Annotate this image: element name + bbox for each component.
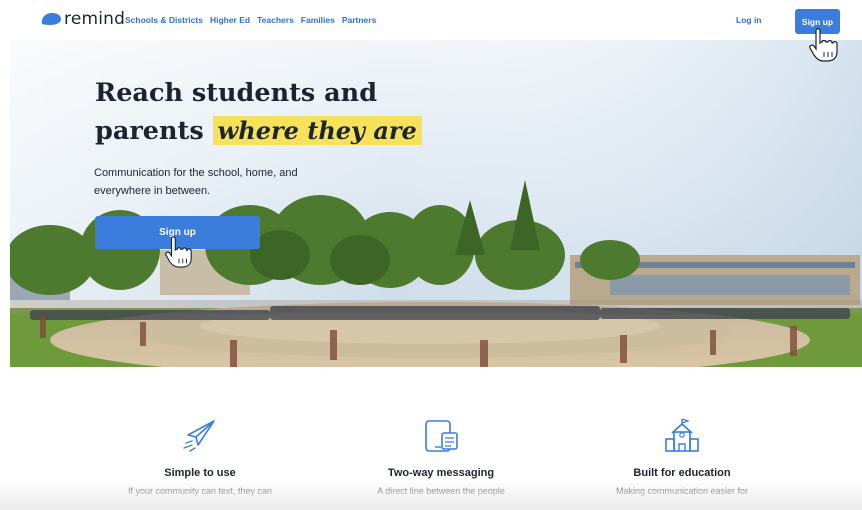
nav-families[interactable]: Families: [301, 15, 335, 25]
feature-description: If your community can text, they can: [127, 486, 273, 496]
nav-schools-districts[interactable]: Schools & Districts: [125, 15, 203, 25]
hero-subtitle: Communication for the school, home, and …: [94, 167, 298, 197]
feature-two-way-messaging: Two-way messaging A direct line between …: [321, 415, 561, 498]
features-section: Simple to use If your community can text…: [0, 415, 862, 510]
headline-line-2: parents where they are: [95, 112, 422, 150]
remind-logo-icon: [41, 13, 61, 25]
hero-section: Reach students and parents where they ar…: [10, 40, 862, 367]
feature-description: A direct line between the people: [377, 486, 505, 496]
headline-prefix: parents: [95, 116, 204, 146]
hand-pointer-cursor-icon: [165, 236, 192, 268]
feature-title: Two-way messaging: [387, 467, 495, 479]
login-link[interactable]: Log in: [736, 15, 762, 25]
feature-title: Simple to use: [164, 467, 236, 479]
feature-built-for-education: Built for education Making communication…: [562, 415, 802, 498]
nav-higher-ed[interactable]: Higher Ed: [210, 15, 250, 25]
tablet-chat-icon: [425, 420, 458, 452]
main-nav: Schools & Districts Higher Ed Teachers F…: [125, 15, 376, 25]
remind-logo[interactable]: remind: [40, 9, 126, 29]
hero-headline: Reach students and parents where they ar…: [95, 75, 422, 150]
hand-pointer-cursor-icon: [809, 28, 838, 62]
feature-description: Making communication easier for: [615, 486, 749, 496]
headline-highlight: where they are: [212, 116, 422, 145]
logo-text: remind: [64, 9, 126, 29]
nav-teachers[interactable]: Teachers: [257, 15, 294, 25]
headline-line-1: Reach students and: [95, 78, 378, 108]
school-building-icon: [665, 418, 699, 452]
feature-simple-to-use: Simple to use If your community can text…: [80, 415, 320, 498]
top-nav-bar: remind Schools & Districts Higher Ed Tea…: [0, 0, 862, 40]
feature-title: Built for education: [633, 467, 731, 479]
paper-plane-icon: [183, 420, 215, 452]
nav-partners[interactable]: Partners: [342, 15, 377, 25]
